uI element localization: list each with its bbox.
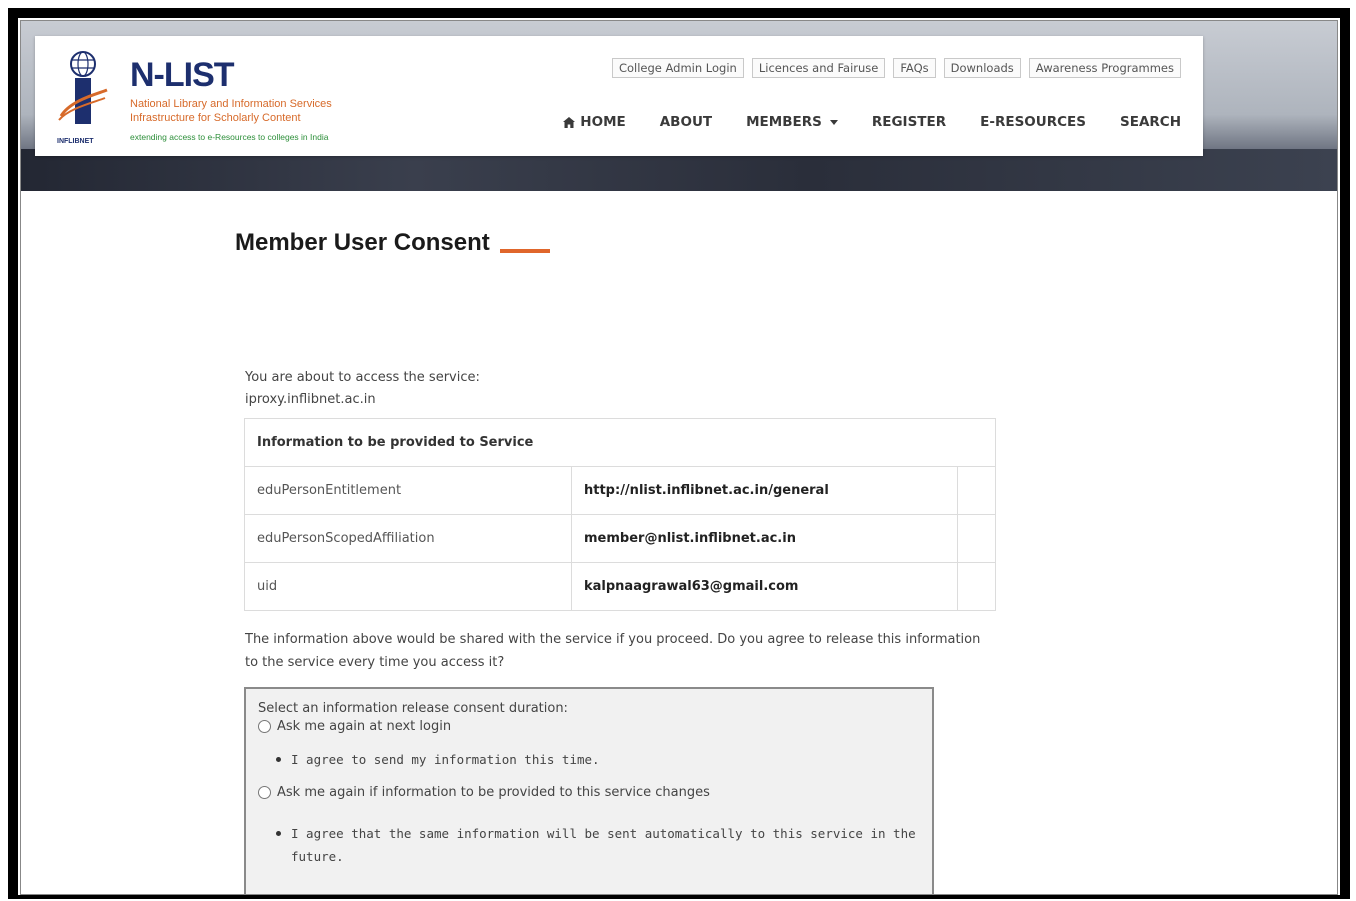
page-title-text: Member User Consent — [235, 229, 490, 256]
consent-question: The information above would be shared wi… — [245, 632, 981, 670]
attribute-name: eduPersonEntitlement — [244, 466, 572, 515]
college-admin-login-link[interactable]: College Admin Login — [611, 58, 744, 78]
main-nav: HOME ABOUT MEMBERS REGISTER E-RESOURCES … — [563, 114, 1181, 130]
browser-viewport: INFLIBNET N-LIST National Library and In… — [20, 20, 1338, 895]
table-cell-empty — [957, 514, 996, 563]
table-cell-empty — [957, 562, 996, 611]
faqs-link[interactable]: FAQs — [893, 58, 936, 78]
attribute-table: Information to be provided to Service ed… — [244, 418, 996, 611]
nav-home[interactable]: HOME — [563, 114, 626, 130]
option-note: I agree to send my information this time… — [276, 748, 920, 771]
option-note: I agree that the same information will b… — [276, 822, 920, 868]
screenshot-frame: INFLIBNET N-LIST National Library and In… — [8, 8, 1350, 899]
table-row: eduPersonEntitlement http://nlist.inflib… — [244, 466, 996, 515]
nav-search[interactable]: SEARCH — [1120, 114, 1181, 130]
table-header-row: Information to be provided to Service — [244, 418, 996, 467]
intro-text: You are about to access the service: — [245, 370, 480, 385]
brand-tagline: extending access to e-Resources to colle… — [130, 132, 329, 142]
table-row: eduPersonScopedAffiliation member@nlist.… — [244, 514, 996, 563]
brand-subtitle-line2: Infrastructure for Scholarly Content — [130, 112, 301, 124]
nav-home-label: HOME — [580, 114, 626, 130]
consent-duration-label: Select an information release consent du… — [258, 701, 568, 716]
option-label: Ask me again if information to be provid… — [277, 785, 710, 800]
awareness-programmes-link[interactable]: Awareness Programmes — [1028, 58, 1181, 78]
option-note-text: I agree that the same information will b… — [291, 826, 916, 864]
consent-option-info-changes[interactable]: Ask me again if information to be provid… — [258, 785, 920, 800]
table-header: Information to be provided to Service — [244, 418, 996, 467]
attribute-name: uid — [244, 562, 572, 611]
home-icon — [563, 116, 576, 128]
attribute-name: eduPersonScopedAffiliation — [244, 514, 572, 563]
nav-register[interactable]: REGISTER — [872, 114, 946, 130]
nav-members[interactable]: MEMBERS — [746, 114, 838, 130]
option-label: Ask me again at next login — [277, 719, 452, 734]
option-note-text: I agree to send my information this time… — [291, 752, 600, 767]
attribute-value: member@nlist.inflibnet.ac.in — [571, 514, 958, 563]
page-title: Member User Consent — [235, 229, 550, 257]
bullet-icon — [276, 831, 281, 836]
bullet-icon — [276, 757, 281, 762]
inflibnet-logo-icon[interactable] — [57, 50, 109, 138]
table-row: uid kalpnaagrawal63@gmail.com — [244, 562, 996, 611]
nav-eresources[interactable]: E-RESOURCES — [980, 114, 1086, 130]
attribute-value: kalpnaagrawal63@gmail.com — [571, 562, 958, 611]
service-name: iproxy.inflibnet.ac.in — [245, 392, 376, 407]
radio-info-changes[interactable] — [258, 786, 271, 799]
brand-title[interactable]: N-LIST — [130, 56, 235, 95]
brand-subtitle-line1: National Library and Information Service… — [130, 98, 332, 110]
nav-about[interactable]: ABOUT — [660, 114, 712, 130]
downloads-link[interactable]: Downloads — [943, 58, 1021, 78]
radio-next-login[interactable] — [258, 720, 271, 733]
licences-fairuse-link[interactable]: Licences and Fairuse — [751, 58, 886, 78]
top-links: College Admin Login Licences and Fairuse… — [611, 58, 1181, 78]
service-intro: You are about to access the service: ipr… — [245, 367, 480, 411]
site-header: INFLIBNET N-LIST National Library and In… — [35, 36, 1203, 156]
attribute-value: http://nlist.inflibnet.ac.in/general — [571, 466, 958, 515]
chevron-down-icon — [829, 119, 838, 125]
consent-option-next-login[interactable]: Ask me again at next login — [258, 719, 920, 734]
logo-label: INFLIBNET — [57, 138, 94, 145]
consent-duration-box: Select an information release consent du… — [244, 687, 934, 894]
title-accent-bar — [499, 249, 550, 253]
table-cell-empty — [957, 466, 996, 515]
nav-members-label: MEMBERS — [746, 114, 822, 130]
